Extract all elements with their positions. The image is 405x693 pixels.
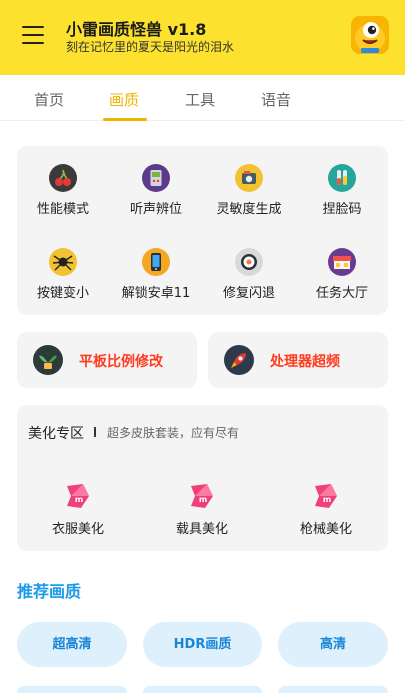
grid-item-label: 解锁安卓11 (121, 286, 191, 301)
tablet-ratio-card[interactable]: 平板比例修改 (17, 332, 197, 388)
grid-item-label: 灵敏度生成 (216, 202, 282, 217)
grid-item-face-code[interactable]: 捏脸码 (297, 164, 387, 217)
promo-label: 平板比例修改 (79, 354, 163, 370)
recommend-section-title: 推荐画质 (17, 582, 82, 601)
beauty-item-clothing[interactable]: m 衣服美化 (38, 482, 118, 537)
phone-icon (142, 248, 170, 276)
m-logo-icon: m (63, 482, 93, 510)
tab-bar: 首页 画质 工具 语音 (0, 75, 405, 121)
quality-option-hd[interactable]: 高清 (278, 622, 388, 667)
beauty-item-label: 枪械美化 (299, 522, 352, 537)
plant-icon (33, 345, 63, 375)
divider (94, 427, 96, 437)
grid-item-sound-locate[interactable]: 听声辨位 (111, 164, 201, 217)
app-header: 小雷画质怪兽 v1.8 刻在记忆里的夏天是阳光的泪水 (0, 0, 405, 75)
grid-item-fix-crash[interactable]: 修复闪退 (204, 248, 294, 301)
app-title: 小雷画质怪兽 v1.8 (66, 20, 207, 39)
svg-text:m: m (323, 495, 331, 504)
tab-home[interactable]: 首页 (34, 89, 64, 110)
camera-icon (235, 164, 263, 192)
test-tube-icon (328, 164, 356, 192)
cpu-overclock-card[interactable]: 处理器超频 (208, 332, 388, 388)
sushi-icon (235, 248, 263, 276)
grid-item-label: 修复闪退 (222, 286, 275, 301)
active-tab-indicator (103, 118, 147, 121)
grid-item-performance-mode[interactable]: 性能模式 (18, 164, 108, 217)
quality-option-next-row[interactable] (278, 686, 388, 693)
spider-icon (49, 248, 77, 276)
tab-voice[interactable]: 语音 (261, 89, 291, 110)
grid-item-unlock-android11[interactable]: 解锁安卓11 (111, 248, 201, 301)
gameboy-icon (142, 164, 170, 192)
beauty-item-label: 载具美化 (175, 522, 228, 537)
grid-item-sensitivity-generator[interactable]: 灵敏度生成 (204, 164, 294, 217)
grid-item-label: 捏脸码 (322, 202, 362, 217)
cherry-icon (49, 164, 77, 192)
beauty-section-title: 美化专区 (28, 426, 84, 442)
mascot-avatar-icon[interactable] (351, 16, 389, 54)
promo-label: 处理器超频 (270, 354, 340, 370)
m-logo-icon: m (311, 482, 341, 510)
beauty-item-weapon[interactable]: m 枪械美化 (286, 482, 366, 537)
stalls-icon (328, 248, 356, 276)
svg-text:m: m (199, 495, 207, 504)
svg-text:m: m (75, 495, 83, 504)
tab-quality[interactable]: 画质 (109, 89, 139, 110)
beauty-section-subtitle: 超多皮肤套装，应有尽有 (107, 426, 240, 440)
grid-item-label: 性能模式 (36, 202, 89, 217)
beauty-item-label: 衣服美化 (51, 522, 104, 537)
grid-item-label: 按键变小 (36, 286, 89, 301)
menu-icon[interactable] (22, 26, 44, 44)
grid-item-shrink-buttons[interactable]: 按键变小 (18, 248, 108, 301)
grid-item-label: 任务大厅 (315, 286, 368, 301)
quality-option-hdr[interactable]: HDR画质 (143, 622, 262, 667)
tab-tools[interactable]: 工具 (185, 89, 215, 110)
m-logo-icon: m (187, 482, 217, 510)
quality-option-next-row[interactable] (17, 686, 127, 693)
app-subtitle: 刻在记忆里的夏天是阳光的泪水 (66, 40, 235, 54)
grid-item-task-hall[interactable]: 任务大厅 (297, 248, 387, 301)
beauty-item-vehicle[interactable]: m 载具美化 (162, 482, 242, 537)
grid-item-label: 听声辨位 (129, 202, 182, 217)
quality-option-ultra-hd[interactable]: 超高清 (17, 622, 127, 667)
quality-option-next-row[interactable] (143, 686, 262, 693)
rocket-icon (224, 345, 254, 375)
